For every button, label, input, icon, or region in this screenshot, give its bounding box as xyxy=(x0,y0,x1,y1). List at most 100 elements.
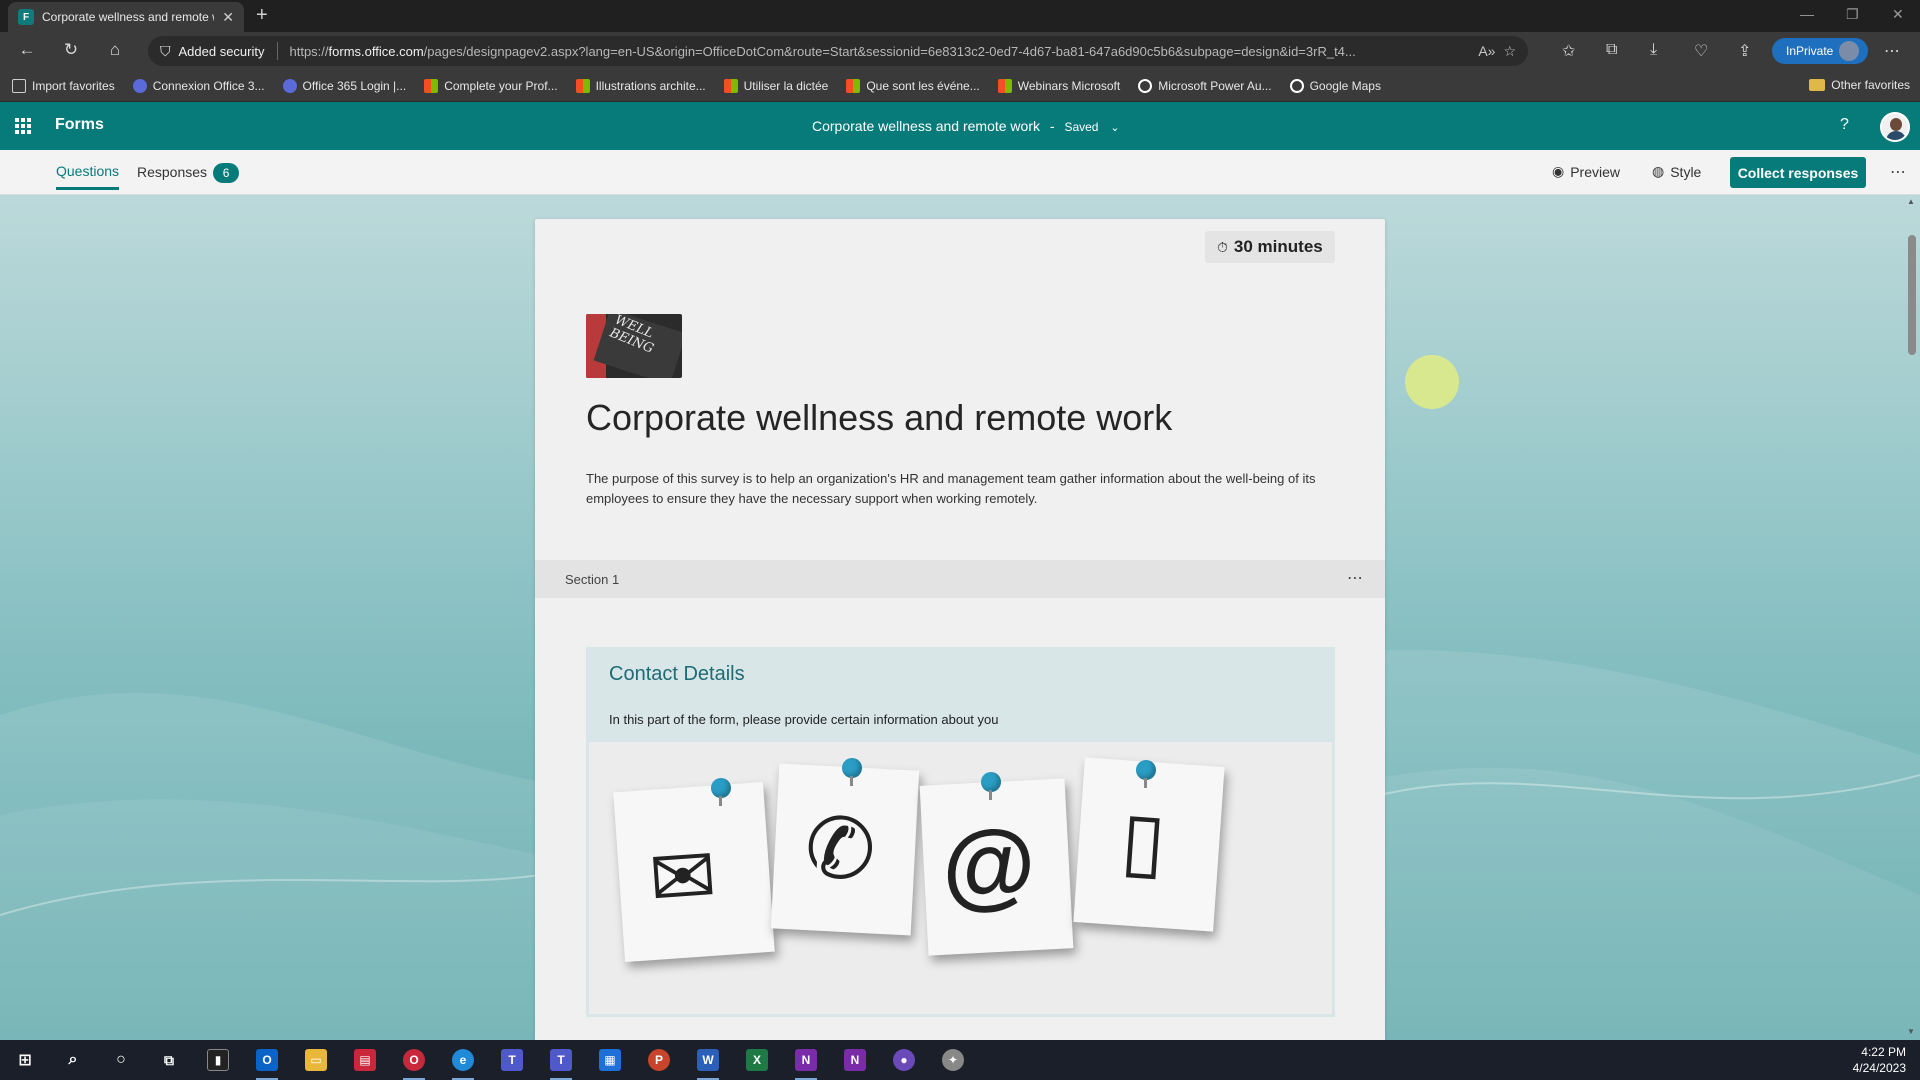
style-button[interactable]: ◍ Style xyxy=(1652,163,1701,180)
close-window-icon[interactable]: ✕ xyxy=(1892,6,1904,23)
timer-badge[interactable]: ⏱ 30 minutes xyxy=(1205,231,1335,263)
collect-responses-button[interactable]: Collect responses xyxy=(1730,157,1866,188)
form-description[interactable]: The purpose of this survey is to help an… xyxy=(586,469,1326,509)
folder-icon xyxy=(1809,79,1826,91)
favorite-item[interactable]: Office 365 Login |... xyxy=(282,78,406,93)
cursor-highlight xyxy=(1405,355,1459,409)
shield-icon: ⛉ xyxy=(160,42,171,59)
tab-responses[interactable]: Responses 6 xyxy=(137,163,240,183)
word-icon[interactable]: W xyxy=(697,1049,719,1071)
restore-icon[interactable]: ❐ xyxy=(1846,6,1859,23)
scroll-down-icon[interactable]: ▼ xyxy=(1907,1027,1915,1036)
read-aloud-icon[interactable]: A» xyxy=(1478,43,1495,59)
page-scrollbar[interactable]: ▲ ▼ xyxy=(1904,195,1920,1040)
share-icon[interactable]: ⇪ xyxy=(1738,41,1751,61)
file-explorer-icon[interactable]: ▭ xyxy=(305,1049,327,1071)
search-icon[interactable]: ⌕ xyxy=(62,1049,84,1071)
teams-alt-icon[interactable]: T xyxy=(550,1049,572,1071)
task-view-icon[interactable]: ⧉ xyxy=(158,1049,180,1071)
contact-details-block[interactable]: Contact Details In this part of the form… xyxy=(586,647,1335,1017)
back-icon[interactable]: ← xyxy=(16,40,38,60)
other-favorites[interactable]: Other favorites xyxy=(1809,78,1910,92)
google-icon xyxy=(1138,78,1153,93)
home-icon[interactable]: ⌂ xyxy=(104,40,126,60)
url-text[interactable]: https://forms.office.com/pages/designpag… xyxy=(290,44,1471,59)
excel-icon[interactable]: X xyxy=(746,1049,768,1071)
note-card: ▯ xyxy=(1073,757,1225,932)
tab-questions[interactable]: Questions xyxy=(56,163,120,190)
divider xyxy=(276,42,278,60)
contact-description: In this part of the form, please provide… xyxy=(609,712,999,727)
teams-icon[interactable]: T xyxy=(501,1049,523,1071)
form-title[interactable]: Corporate wellness and remote work xyxy=(586,397,1172,439)
refresh-icon[interactable]: ↻ xyxy=(60,40,82,60)
calendar-icon[interactable]: ▦ xyxy=(599,1049,621,1071)
forms-header: Forms Corporate wellness and remote work… xyxy=(0,102,1920,150)
stocks-app-icon[interactable]: ▮ xyxy=(207,1049,229,1071)
favorite-item[interactable]: Webinars Microsoft xyxy=(997,78,1120,93)
microsoft-icon xyxy=(575,78,590,93)
favorites-bar: Import favorites Connexion Office 3... O… xyxy=(0,70,1920,102)
powerpoint-icon[interactable]: P xyxy=(648,1049,670,1071)
close-tab-icon[interactable]: ✕ xyxy=(222,9,234,26)
preview-button[interactable]: ◉ Preview xyxy=(1552,163,1620,180)
browser-tab-active[interactable]: F Corporate wellness and remote w ✕ xyxy=(8,2,244,32)
collections-icon[interactable]: ⧉ xyxy=(1606,41,1617,59)
address-bar[interactable]: ⛉ Added security https://forms.office.co… xyxy=(148,36,1528,66)
system-clock[interactable]: 4:22 PM 4/24/2023 xyxy=(1853,1044,1906,1076)
outlook-icon[interactable]: O xyxy=(256,1049,278,1071)
help-icon[interactable]: ? xyxy=(1840,116,1849,134)
avatar[interactable] xyxy=(1880,112,1910,142)
pin-icon xyxy=(981,772,1001,800)
tab-title: Corporate wellness and remote w xyxy=(42,10,215,24)
site-icon xyxy=(132,78,147,93)
cortana-icon[interactable]: ○ xyxy=(110,1049,132,1071)
responses-count-badge: 6 xyxy=(213,163,240,183)
microsoft-icon xyxy=(723,78,738,93)
favorite-item[interactable]: Microsoft Power Au... xyxy=(1138,78,1272,93)
section-label: Section 1 xyxy=(565,572,620,587)
mobile-phone-icon: ▯ xyxy=(1118,795,1169,888)
favorite-item[interactable]: Complete your Prof... xyxy=(424,78,558,93)
pin-icon xyxy=(842,758,862,786)
favorites-icon[interactable]: ✩ xyxy=(1562,41,1575,61)
more-options-icon[interactable]: ⋯ xyxy=(1890,162,1906,182)
note-card: ✉ xyxy=(613,781,775,963)
section-more-icon[interactable]: ⋯ xyxy=(1347,568,1363,588)
downloads-icon[interactable]: ⤓ xyxy=(1650,41,1657,59)
inprivate-badge[interactable]: InPrivate xyxy=(1772,38,1868,64)
site-icon xyxy=(282,78,297,93)
app-icon[interactable]: ● xyxy=(893,1049,915,1071)
favorite-item[interactable]: Google Maps xyxy=(1289,78,1381,93)
form-header-image[interactable]: WELL BEING xyxy=(586,314,682,378)
browser-essentials-icon[interactable]: ♡ xyxy=(1694,41,1708,61)
pin-icon xyxy=(711,778,731,806)
pin-icon xyxy=(1136,760,1156,788)
edge-icon[interactable]: e xyxy=(452,1049,474,1071)
settings-more-icon[interactable]: ⋯ xyxy=(1884,41,1900,61)
chevron-down-icon: ⌄ xyxy=(1110,122,1120,134)
favorite-item[interactable]: Utiliser la dictée xyxy=(723,78,828,93)
onenote-alt-icon[interactable]: N xyxy=(844,1049,866,1071)
scroll-up-icon[interactable]: ▲ xyxy=(1907,197,1915,206)
app-icon[interactable]: ✦ xyxy=(942,1049,964,1071)
app-icon[interactable]: ▤ xyxy=(354,1049,376,1071)
opera-icon[interactable]: O xyxy=(403,1049,425,1071)
new-tab-icon[interactable]: + xyxy=(256,4,268,27)
envelope-icon: ✉ xyxy=(646,830,720,925)
timer-icon: ⏱ xyxy=(1217,238,1228,255)
app-name[interactable]: Forms xyxy=(55,116,104,134)
document-title[interactable]: Corporate wellness and remote work - Sav… xyxy=(812,118,1120,134)
windows-start-icon[interactable]: ⊞ xyxy=(14,1049,36,1071)
scrollbar-thumb[interactable] xyxy=(1908,235,1916,355)
favorite-item[interactable]: Illustrations archite... xyxy=(575,78,706,93)
add-favorite-icon[interactable]: ☆ xyxy=(1503,43,1516,60)
onenote-icon[interactable]: N xyxy=(795,1049,817,1071)
favorite-item[interactable]: Connexion Office 3... xyxy=(132,78,265,93)
contact-title: Contact Details xyxy=(609,663,745,685)
note-card: @ xyxy=(919,778,1074,956)
favorite-item[interactable]: Que sont les événe... xyxy=(846,78,980,93)
minimize-icon[interactable]: — xyxy=(1800,6,1814,22)
app-launcher-icon[interactable] xyxy=(15,118,31,134)
favorite-import[interactable]: Import favorites xyxy=(12,78,115,93)
